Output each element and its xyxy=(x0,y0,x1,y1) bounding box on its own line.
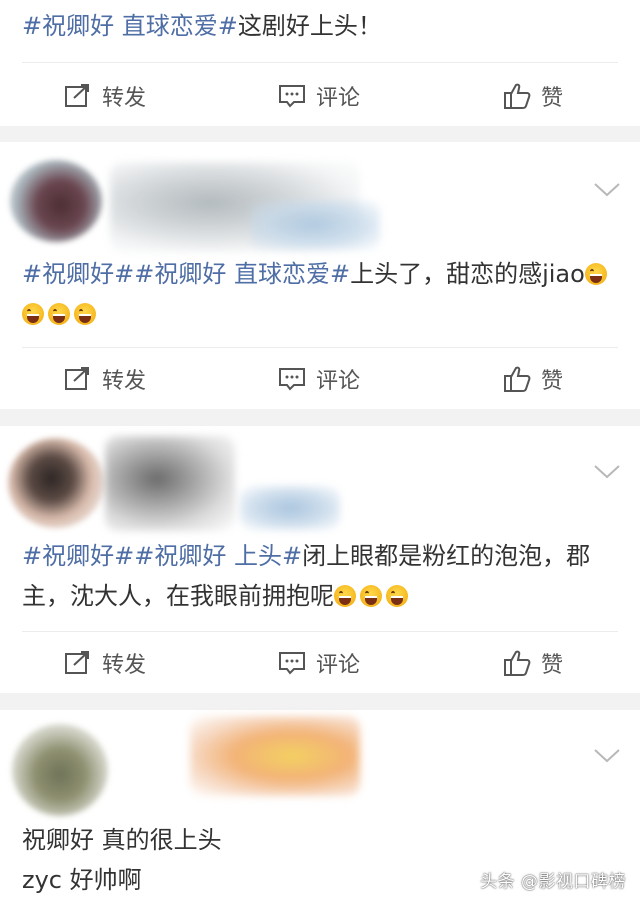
comment-icon xyxy=(279,652,305,675)
forward-button[interactable]: 转发 xyxy=(64,349,146,409)
comment-button[interactable]: 评论 xyxy=(278,633,360,693)
like-button[interactable]: 赞 xyxy=(503,66,563,126)
post-card-2: #祝卿好##祝卿好 直球恋爱#上头了，甜恋的感jiao 转发 评论 赞 xyxy=(0,142,640,409)
like-label: 赞 xyxy=(541,653,564,678)
post-card-3: #祝卿好##祝卿好 上头#闭上眼都是粉红的泡泡，郡主，沈大人，在我眼前拥抱呢 转… xyxy=(0,426,640,693)
comment-icon xyxy=(279,85,305,108)
username-blurred xyxy=(105,436,235,531)
divider xyxy=(22,62,618,63)
username-blurred xyxy=(190,716,360,796)
chevron-down-icon[interactable] xyxy=(592,462,622,482)
watermark: 头条 @影视口碑榜 xyxy=(480,872,626,892)
divider xyxy=(22,347,618,348)
post-1-actions: 转发 评论 赞 xyxy=(0,66,640,126)
forward-icon xyxy=(65,367,89,390)
forward-label: 转发 xyxy=(102,86,147,111)
comment-icon xyxy=(279,368,305,391)
post-3-actions: 转发 评论 赞 xyxy=(0,633,640,693)
post-2-topic-tag-1[interactable]: #祝卿好# xyxy=(22,260,134,288)
forward-label: 转发 xyxy=(102,653,147,678)
post-2-text: #祝卿好##祝卿好 直球恋爱#上头了，甜恋的感jiao xyxy=(22,254,618,334)
comment-button[interactable]: 评论 xyxy=(278,66,360,126)
post-3-topic-tag-2[interactable]: #祝卿好 上头# xyxy=(134,542,302,570)
post-2-topic-tag-2[interactable]: #祝卿好 直球恋爱# xyxy=(134,260,350,288)
post-1-body: 这剧好上头！ xyxy=(237,12,382,40)
forward-button[interactable]: 转发 xyxy=(64,633,146,693)
avatar xyxy=(8,438,104,528)
comment-label: 评论 xyxy=(316,369,361,394)
like-label: 赞 xyxy=(541,86,564,111)
post-3-topic-tag-1[interactable]: #祝卿好# xyxy=(22,542,134,570)
post-1-topic-tag[interactable]: #祝卿好 直球恋爱# xyxy=(22,12,238,40)
like-icon xyxy=(504,83,531,109)
laugh-emoji xyxy=(360,585,382,607)
source-blurred xyxy=(250,200,380,250)
source-blurred xyxy=(240,486,340,530)
laugh-emoji xyxy=(386,585,408,607)
forward-icon xyxy=(65,651,89,674)
post-2-body: 上头了，甜恋的感jiao xyxy=(350,260,585,288)
divider xyxy=(22,631,618,632)
like-icon xyxy=(504,650,531,676)
chevron-down-icon[interactable] xyxy=(592,180,622,200)
avatar xyxy=(12,724,108,816)
laugh-emoji xyxy=(334,585,356,607)
comment-label: 评论 xyxy=(316,86,361,111)
post-1-text: #祝卿好 直球恋爱#这剧好上头！ xyxy=(22,6,618,46)
post-2-actions: 转发 评论 赞 xyxy=(0,349,640,409)
post-card-1: #祝卿好 直球恋爱#这剧好上头！ 转发 评论 赞 xyxy=(0,0,640,126)
laugh-emoji xyxy=(48,303,70,325)
forward-label: 转发 xyxy=(102,369,147,394)
comment-button[interactable]: 评论 xyxy=(278,349,360,409)
like-label: 赞 xyxy=(541,369,564,394)
laugh-emoji xyxy=(22,303,44,325)
like-button[interactable]: 赞 xyxy=(503,633,563,693)
chevron-down-icon[interactable] xyxy=(592,746,622,766)
forward-icon xyxy=(65,84,89,107)
laugh-emoji xyxy=(584,263,607,285)
laugh-emoji xyxy=(74,303,96,325)
like-icon xyxy=(504,366,531,392)
post-3-text: #祝卿好##祝卿好 上头#闭上眼都是粉红的泡泡，郡主，沈大人，在我眼前拥抱呢 xyxy=(22,536,618,616)
forward-button[interactable]: 转发 xyxy=(64,66,146,126)
like-button[interactable]: 赞 xyxy=(503,349,563,409)
comment-label: 评论 xyxy=(316,653,361,678)
post-4-line-1: 祝卿好 真的很上头 xyxy=(22,826,222,854)
avatar xyxy=(10,160,102,242)
